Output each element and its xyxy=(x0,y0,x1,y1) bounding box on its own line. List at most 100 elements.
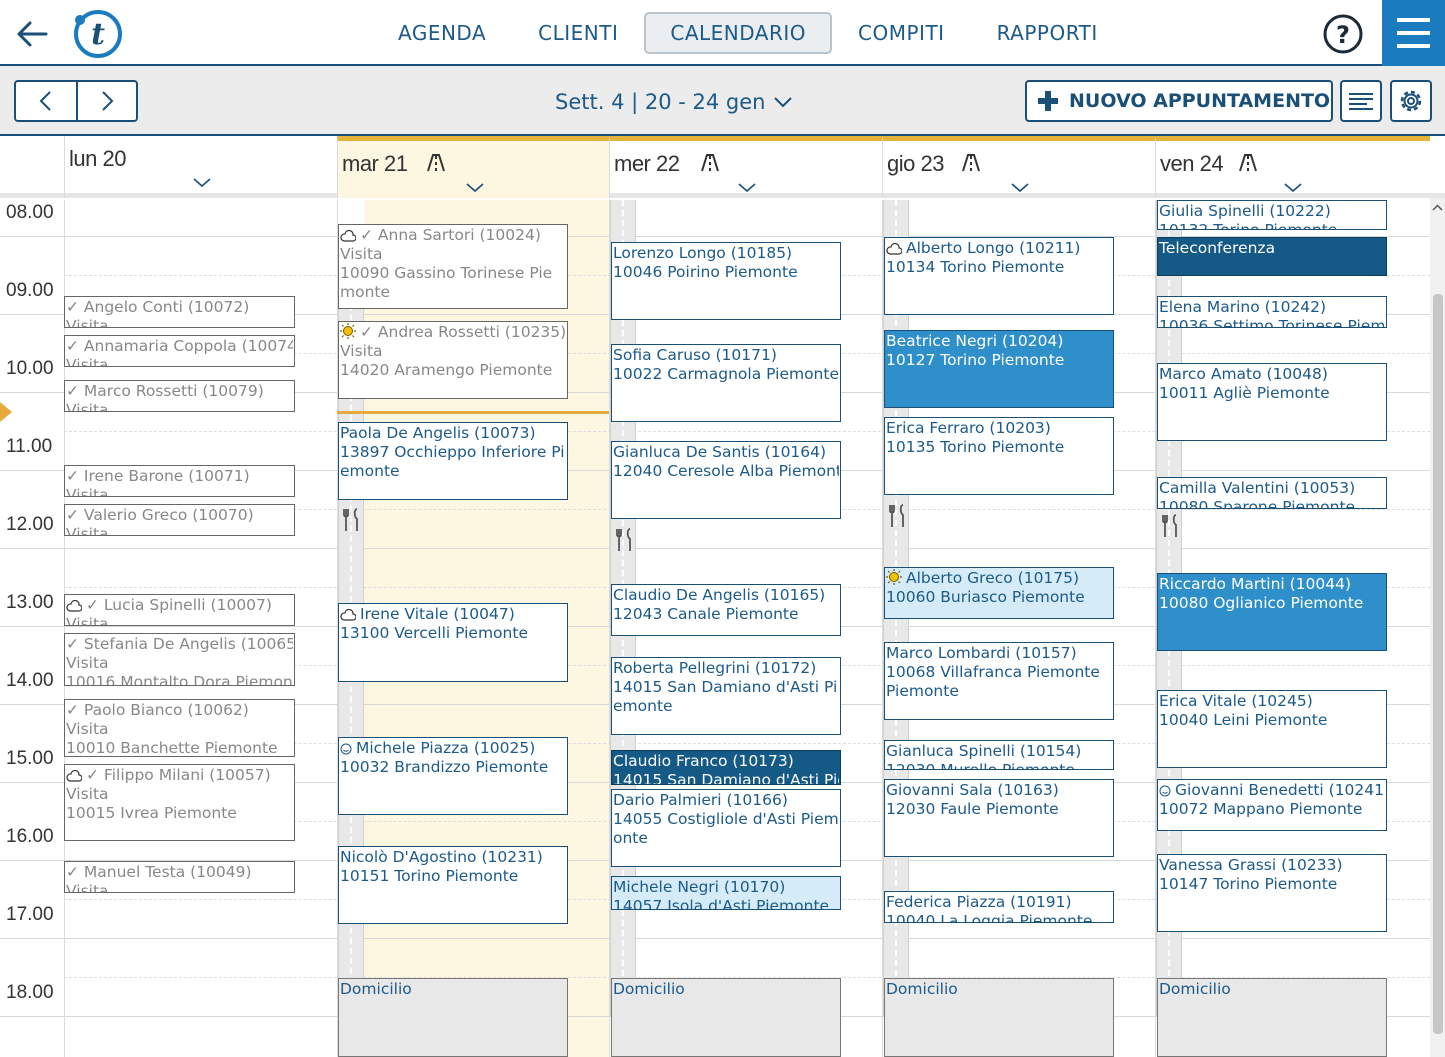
nav-clienti[interactable]: CLIENTI xyxy=(512,12,644,54)
appointment[interactable]: Erica Ferraro (10203) 10135 Torino Piemon… xyxy=(884,417,1114,495)
appointment-title: ✓ Angelo Conti (10072) xyxy=(66,298,250,316)
appointment[interactable]: Michele Piazza (10025) 10032 Brandizzo Pi… xyxy=(338,737,568,815)
route-icon xyxy=(427,154,445,172)
day-header-gio[interactable]: gio 23 xyxy=(882,136,1155,198)
fork-knife-icon xyxy=(343,508,358,531)
appointment-title: Domicilio xyxy=(340,980,412,998)
appointment[interactable]: Vanessa Grassi (10233) 10147 Torino Piemo… xyxy=(1157,854,1387,932)
route-icon xyxy=(962,154,980,172)
appointment[interactable]: Elena Marino (10242) 10036 Settimo Torine… xyxy=(1157,296,1387,328)
appointment[interactable]: Irene Vitale (10047) 13100 Vercelli Piemo… xyxy=(338,603,568,682)
appointment-domicilio[interactable]: Domicilio xyxy=(884,978,1114,1057)
appointment[interactable]: Alberto Longo (10211) 10134 Torino Piemon… xyxy=(884,237,1114,315)
nav-compiti[interactable]: COMPITI xyxy=(832,12,971,54)
appointment-title: Lorenzo Longo (10185) xyxy=(613,244,793,262)
prev-week-button[interactable] xyxy=(16,82,76,120)
nav-agenda[interactable]: AGENDA xyxy=(372,12,512,54)
scroll-up-arrow-icon[interactable] xyxy=(1430,202,1445,214)
appointment[interactable]: Teleconferenza xyxy=(1157,237,1387,276)
appointment[interactable]: Marco Amato (10048) 10011 Agliè Piemonte xyxy=(1157,363,1387,441)
appointment[interactable]: Marco Lombardi (10157) 10068 Villafranca … xyxy=(884,642,1114,720)
appointment-title: Alberto Greco (10175) xyxy=(886,569,1112,588)
help-icon[interactable]: ? xyxy=(1322,13,1364,55)
svg-text:?: ? xyxy=(1336,21,1350,49)
nav-calendario[interactable]: CALENDARIO xyxy=(644,12,833,54)
appointment-domicilio[interactable]: Domicilio xyxy=(338,978,568,1057)
back-arrow-icon[interactable] xyxy=(12,14,52,54)
appointment[interactable]: Riccardo Martini (10044) 10080 Oglianico … xyxy=(1157,573,1387,651)
chevron-down-icon[interactable] xyxy=(466,183,484,193)
new-appointment-button[interactable]: NUOVO APPUNTAMENTO xyxy=(1025,80,1333,122)
appointment[interactable]: Camilla Valentini (10053) 10080 Sparone P… xyxy=(1157,477,1387,509)
appointment[interactable]: ✓ Anna Sartori (10024) Visita 10090 Gassin… xyxy=(338,224,568,309)
list-view-button[interactable] xyxy=(1340,80,1382,122)
appointment-address: 10010 Banchette Piemonte xyxy=(66,739,278,757)
appointment[interactable]: ✓ Lucia Spinelli (10007) Visita xyxy=(64,594,295,626)
appointment-address: 13897 Occhieppo Inferiore Piemonte xyxy=(340,443,565,480)
appointment[interactable]: Erica Vitale (10245) 10040 Leini Piemonte xyxy=(1157,690,1387,768)
cloud-icon xyxy=(886,243,902,255)
chevron-down-icon xyxy=(774,97,793,108)
appointment-title: Erica Vitale (10245) xyxy=(1159,692,1313,710)
appointment-address: 10151 Torino Piemonte xyxy=(340,867,519,885)
appointment-type: Visita xyxy=(66,720,109,738)
day-header-mar[interactable]: mar 21 xyxy=(337,136,609,198)
appointment-type: Visita xyxy=(340,342,383,360)
appointment[interactable]: Beatrice Negri (10204) 10127 Torino Piemo… xyxy=(884,330,1114,408)
appointment[interactable]: ✓ Paolo Bianco (10062) Visita 10010 Banche… xyxy=(64,699,295,757)
chevron-down-icon[interactable] xyxy=(1011,183,1029,193)
nav-rapporti[interactable]: RAPPORTI xyxy=(971,12,1124,54)
appointment-domicilio[interactable]: Domicilio xyxy=(611,978,841,1057)
appointment[interactable]: ✓ Angelo Conti (10072) Visita xyxy=(64,296,295,328)
appointment[interactable]: Claudio Franco (10173) 14015 San Damiano … xyxy=(611,750,841,785)
appointment[interactable]: Nicolò D'Agostino (10231) 10151 Torino Pi… xyxy=(338,846,568,924)
day-label: ven 24 xyxy=(1160,151,1224,176)
appointment[interactable]: Claudio De Angelis (10165) 12043 Canale P… xyxy=(611,584,841,636)
appointment[interactable]: ✓ Irene Barone (10071) Visita xyxy=(64,465,295,497)
next-week-button[interactable] xyxy=(76,82,136,120)
appointment-title-text: ✓ Andrea Rossetti (10235) xyxy=(360,323,566,341)
main-nav: AGENDA CLIENTI CALENDARIO COMPITI RAPPOR… xyxy=(372,12,1124,54)
vertical-scrollbar[interactable] xyxy=(1430,198,1445,1057)
appointment[interactable]: Giovanni Benedetti (10241) 10072 Mappano … xyxy=(1157,779,1387,831)
appointment[interactable]: Alberto Greco (10175) 10060 Buriasco Piem… xyxy=(884,567,1114,619)
settings-button[interactable] xyxy=(1390,80,1432,122)
appointment[interactable]: ✓ Filippo Milani (10057) Visita 10015 Ivre… xyxy=(64,764,295,841)
appointment-address: 14015 San Damiano d'Asti Piemonte xyxy=(613,678,838,715)
chevron-down-icon[interactable] xyxy=(1284,183,1302,193)
hour-line xyxy=(0,938,1430,939)
appointment[interactable]: Giulia Spinelli (10222) 10132 Torino Piem… xyxy=(1157,200,1387,230)
scrollbar-thumb[interactable] xyxy=(1433,294,1443,1034)
appointment-address: 10072 Mappano Piemonte xyxy=(1159,800,1363,818)
hamburger-menu-icon[interactable] xyxy=(1382,0,1445,66)
hour-label: 13.00 xyxy=(6,592,54,613)
appointment-domicilio[interactable]: Domicilio xyxy=(1157,978,1387,1057)
svg-text:t: t xyxy=(91,17,105,52)
appointment[interactable]: Lorenzo Longo (10185) 10046 Poirino Piemo… xyxy=(611,242,841,320)
appointment[interactable]: ✓ Annamaria Coppola (10074) Visita xyxy=(64,335,295,367)
appointment[interactable]: ✓ Valerio Greco (10070) Visita xyxy=(64,504,295,536)
appointment[interactable]: Gianluca Spinelli (10154) 12030 Murello P… xyxy=(884,740,1114,770)
appointment[interactable]: Federica Piazza (10191) 10040 La Loggia P… xyxy=(884,891,1114,923)
appointment[interactable]: Roberta Pellegrini (10172) 14015 San Dami… xyxy=(611,657,841,735)
appointment[interactable]: Paola De Angelis (10073) 13897 Occhieppo … xyxy=(338,422,568,500)
appointment[interactable]: ✓ Andrea Rossetti (10235) Visita 14020 Ara… xyxy=(338,321,568,399)
appointment[interactable]: Giovanni Sala (10163) 12030 Faule Piemont… xyxy=(884,779,1114,857)
appointment[interactable]: Sofia Caruso (10171) 10022 Carmagnola Pie… xyxy=(611,344,841,422)
appointment-type: Visita xyxy=(66,401,109,412)
chevron-down-icon[interactable] xyxy=(193,178,211,188)
appointment[interactable]: ✓ Stefania De Angelis (10065) Visita 10016… xyxy=(64,633,295,686)
day-header-ven[interactable]: ven 24 xyxy=(1155,136,1430,198)
day-header-mer[interactable]: mer 22 xyxy=(609,136,882,198)
appointment-address: 10040 Leini Piemonte xyxy=(1159,711,1328,729)
appointment[interactable]: ✓ Manuel Testa (10049) Visita xyxy=(64,861,295,893)
day-header-lun[interactable]: lun 20 xyxy=(64,136,337,198)
chevron-down-icon[interactable] xyxy=(738,183,756,193)
hour-label: 10.00 xyxy=(6,358,54,379)
week-selector[interactable]: Sett. 4 | 20 - 24 gen xyxy=(555,90,793,114)
appointment[interactable]: Gianluca De Santis (10164) 12040 Ceresole… xyxy=(611,441,841,519)
appointment[interactable]: Michele Negri (10170) 14057 Isola d'Asti … xyxy=(611,876,841,910)
appointment[interactable]: Dario Palmieri (10166) 14055 Costigliole … xyxy=(611,789,841,867)
plus-icon xyxy=(1038,91,1058,111)
appointment[interactable]: ✓ Marco Rossetti (10079) Visita xyxy=(64,380,295,412)
